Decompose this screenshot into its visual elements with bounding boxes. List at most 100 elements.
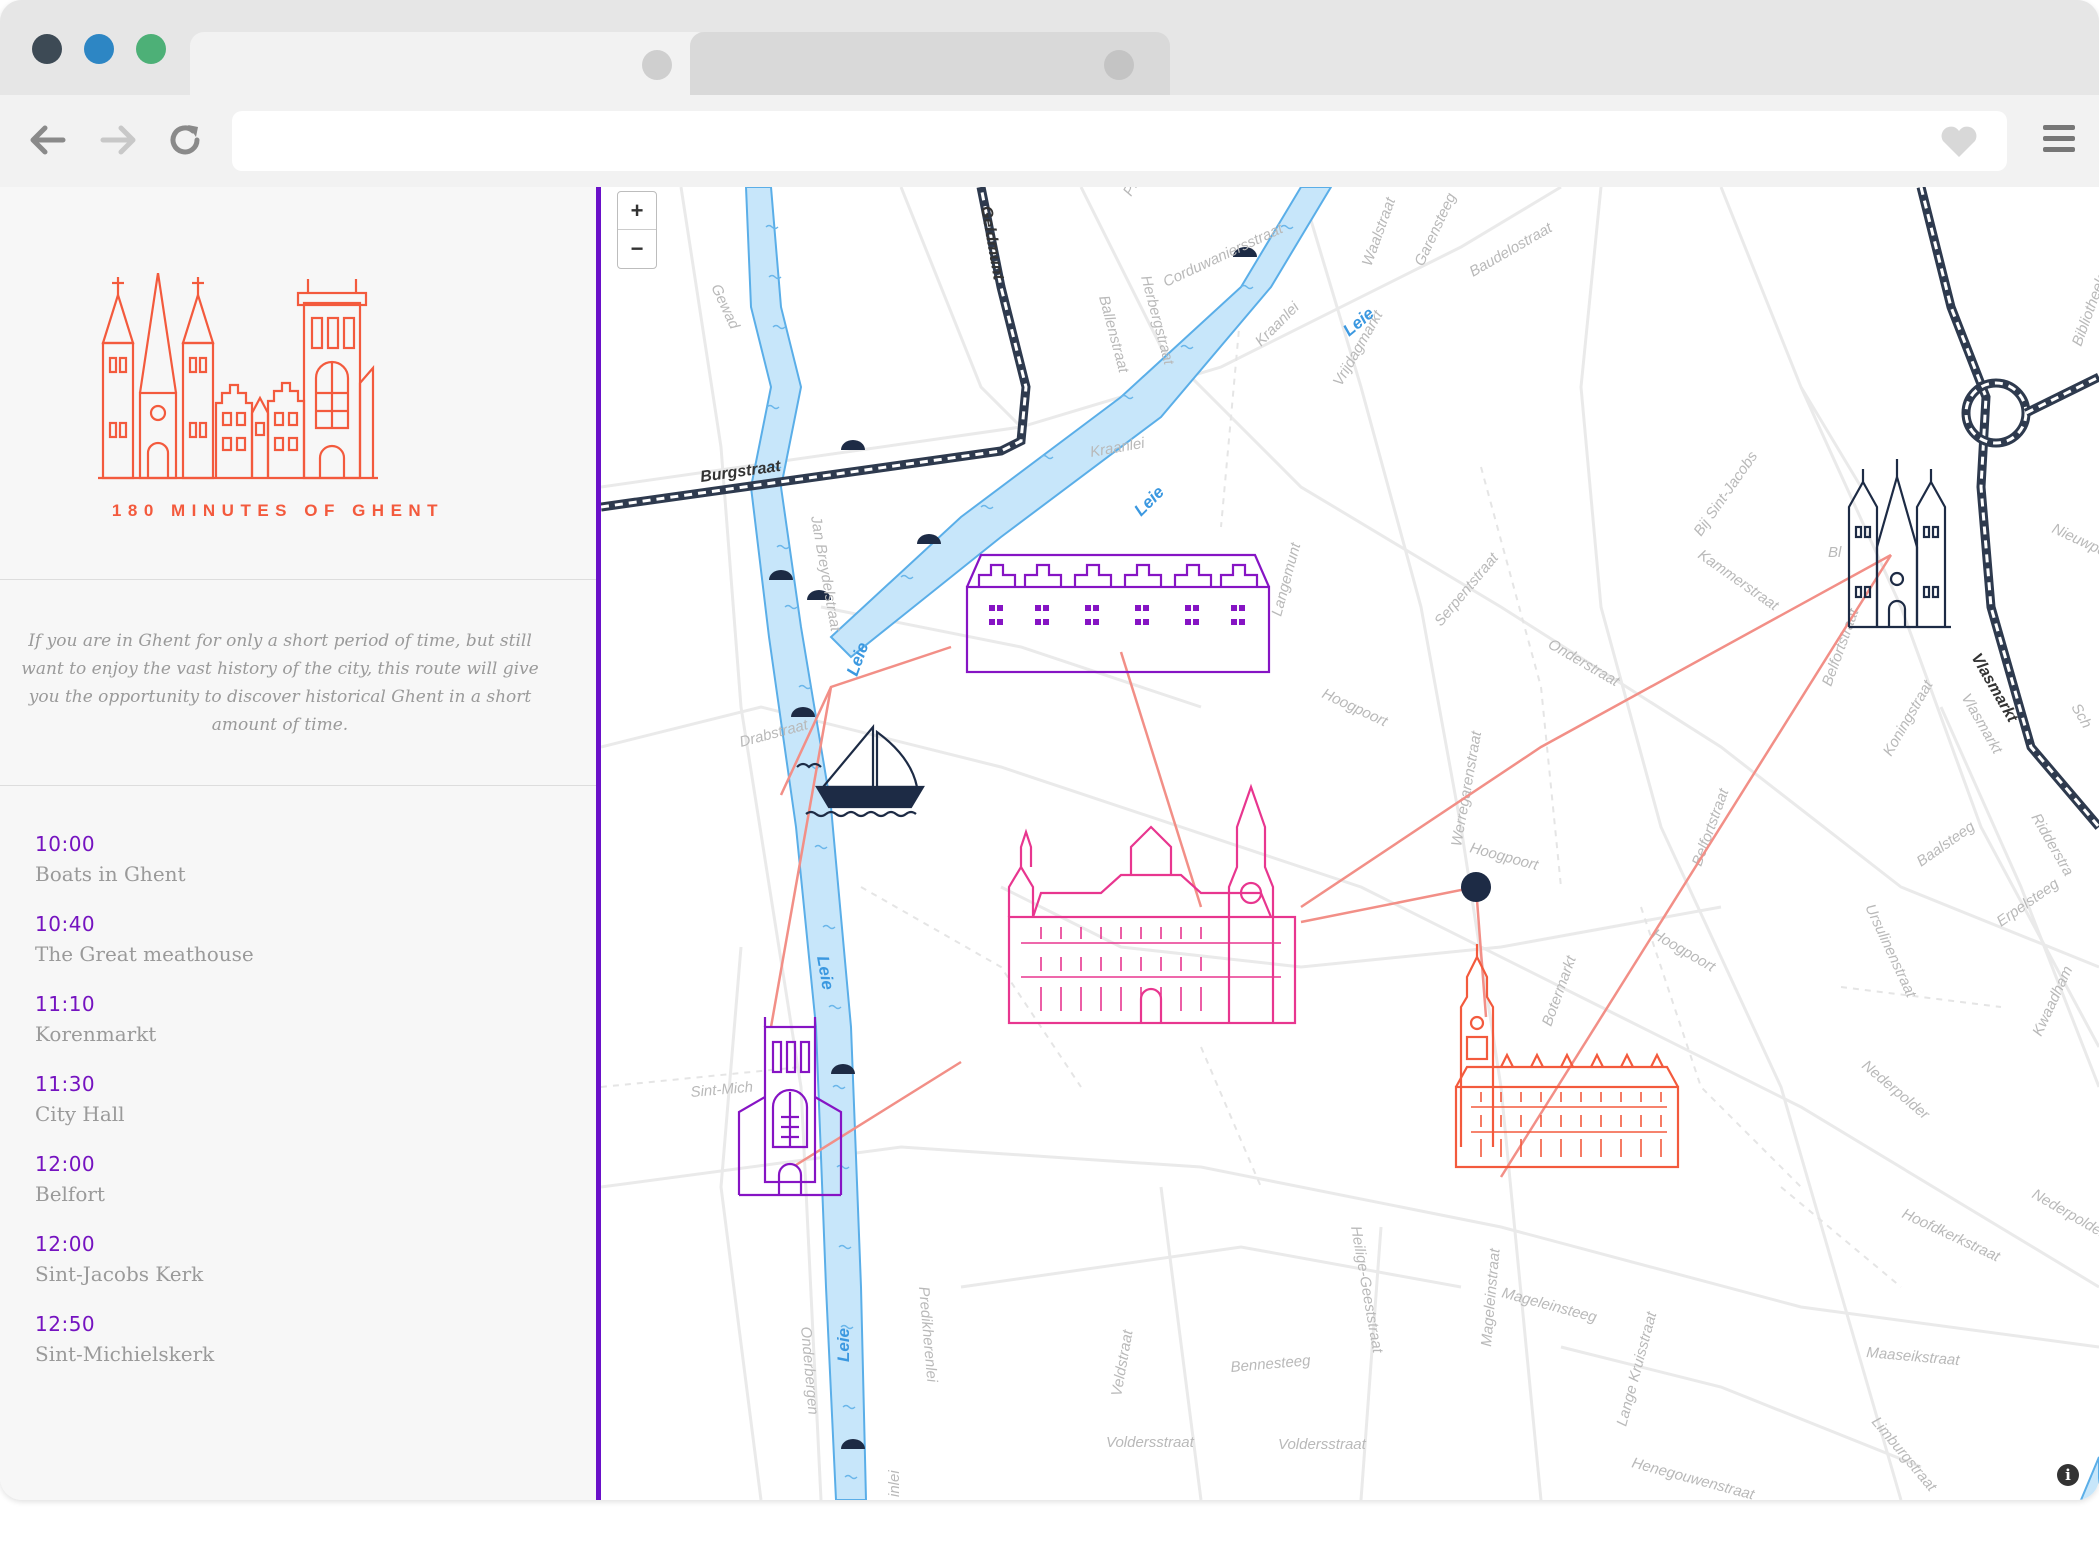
schedule-item[interactable]: 12:00 Belfort bbox=[35, 1152, 254, 1232]
schedule-time: 12:00 bbox=[35, 1152, 96, 1176]
street-label: Geldmunt bbox=[977, 205, 1007, 282]
schedule-name: Belfort bbox=[35, 1182, 105, 1206]
map-view[interactable]: Burgstraat Geldmunt Gewad Ballenstraat H… bbox=[601, 187, 2099, 1500]
street-label: Hoogpoort bbox=[1319, 685, 1390, 730]
logo-area: 180 MINUTES OF GHENT bbox=[0, 187, 596, 580]
street-label: Pl bbox=[1120, 187, 1142, 199]
arrow-right-icon[interactable] bbox=[94, 115, 144, 165]
logo-title: 180 MINUTES OF GHENT bbox=[111, 501, 445, 520]
schedule-name: City Hall bbox=[35, 1102, 125, 1126]
street-label: Bennesteeg bbox=[1230, 1352, 1312, 1376]
street-label: Nederpolder bbox=[2029, 1186, 2099, 1243]
street-label: Ballenstraat bbox=[1095, 294, 1132, 376]
browser-window: 180 MINUTES OF GHENT If you are in Ghent… bbox=[0, 0, 2099, 1500]
street-label: Mageleinstraat bbox=[1478, 1247, 1504, 1347]
heart-icon[interactable] bbox=[1939, 123, 1979, 164]
info-icon[interactable]: i bbox=[2057, 1464, 2079, 1486]
tab-close-icon[interactable] bbox=[1104, 50, 1134, 80]
sidebar: 180 MINUTES OF GHENT If you are in Ghent… bbox=[0, 187, 601, 1500]
tab-close-icon[interactable] bbox=[642, 50, 672, 80]
zoom-control: + − bbox=[617, 191, 657, 269]
schedule-name: Korenmarkt bbox=[35, 1022, 157, 1046]
street-label: Voldersstraat bbox=[1278, 1436, 1367, 1453]
street-label: Maaseikstraat bbox=[1866, 1344, 1961, 1369]
schedule-time: 10:00 bbox=[35, 832, 96, 856]
street-label: Onderbergen bbox=[797, 1326, 822, 1416]
street-label: Ridderstra bbox=[2028, 811, 2077, 879]
street-label: Jan Breydelstraat bbox=[807, 514, 844, 634]
browser-toolbar bbox=[0, 95, 2099, 187]
street-label: Nederpolder bbox=[1858, 1057, 1933, 1124]
tab-active[interactable] bbox=[190, 32, 710, 95]
address-bar[interactable] bbox=[232, 111, 2007, 171]
zoom-out-button[interactable]: − bbox=[618, 230, 656, 268]
schedule-name: The Great meathouse bbox=[35, 942, 254, 966]
schedule-list: 10:00 Boats in Ghent 10:40 The Great mea… bbox=[35, 832, 254, 1392]
street-label: Bl bbox=[1828, 544, 1842, 561]
schedule-item[interactable]: 11:10 Korenmarkt bbox=[35, 992, 254, 1072]
street-label: Baudelostraat bbox=[1467, 219, 1556, 280]
street-label: Voldersstraat bbox=[1106, 1434, 1195, 1451]
river-label: Leie bbox=[834, 1328, 853, 1362]
street-label: Bij Sint-Jacobs bbox=[1690, 448, 1761, 539]
street-label: Predikherenlei bbox=[915, 1286, 940, 1384]
street-label: Mageleinsteeg bbox=[1500, 1284, 1599, 1326]
street-label: Kraanlei bbox=[1252, 298, 1303, 349]
street-label: Veldstraat bbox=[1108, 1328, 1137, 1398]
schedule-name: Boats in Ghent bbox=[35, 862, 186, 886]
street-label: Botermarkt bbox=[1539, 953, 1580, 1029]
schedule-name: Sint-Michielskerk bbox=[35, 1342, 215, 1366]
zoom-in-button[interactable]: + bbox=[618, 192, 656, 230]
street-label: Kammerstraat bbox=[1695, 546, 1783, 614]
schedule-item[interactable]: 12:50 Sint-Michielskerk bbox=[35, 1312, 254, 1392]
map-canvas: Burgstraat Geldmunt Gewad Ballenstraat H… bbox=[601, 187, 2099, 1500]
minimize-window-button[interactable] bbox=[84, 34, 114, 64]
intro-text: If you are in Ghent for only a short per… bbox=[21, 631, 539, 735]
schedule-time: 12:00 bbox=[35, 1232, 96, 1256]
sint-jacobs-church-icon[interactable] bbox=[1847, 459, 1951, 629]
street-label: Sint-Mich bbox=[690, 1079, 754, 1101]
reload-icon[interactable] bbox=[160, 115, 210, 165]
street-label: Hoofdkerkstraat bbox=[1899, 1205, 2003, 1266]
arrow-left-icon[interactable] bbox=[22, 115, 72, 165]
schedule-item[interactable]: 10:00 Boats in Ghent bbox=[35, 832, 254, 912]
schedule-item[interactable]: 11:30 City Hall bbox=[35, 1072, 254, 1152]
tab-inactive[interactable] bbox=[690, 32, 1170, 95]
street-label: Hoogpoort bbox=[1468, 839, 1541, 874]
street-label: Kwaadham bbox=[2029, 963, 2076, 1038]
schedule-item[interactable]: 10:40 The Great meathouse bbox=[35, 912, 254, 992]
schedule-time: 11:30 bbox=[35, 1072, 96, 1096]
street-label: Waalstraat bbox=[1359, 195, 1400, 269]
ghent-skyline-logo-icon bbox=[98, 273, 378, 480]
street-label: Belfortstraat bbox=[1819, 606, 1863, 689]
city-hall-icon[interactable] bbox=[1007, 783, 1297, 1025]
schedule-time: 12:50 bbox=[35, 1312, 96, 1336]
street-label: Limburgstraat bbox=[1868, 1414, 1941, 1496]
great-meathouse-icon[interactable] bbox=[965, 553, 1271, 674]
divider bbox=[0, 785, 596, 786]
maximize-window-button[interactable] bbox=[136, 34, 166, 64]
street-label: Koningstraat bbox=[1880, 677, 1937, 759]
route-lines bbox=[769, 553, 1893, 1178]
street-label: Serpentstraat bbox=[1431, 549, 1502, 630]
street-label: Nieuwpo bbox=[2049, 520, 2099, 560]
current-location-marker[interactable] bbox=[1461, 872, 1491, 902]
street-label: Gewad bbox=[707, 282, 743, 333]
schedule-item[interactable]: 12:00 Sint-Jacobs Kerk bbox=[35, 1232, 254, 1312]
street-label: inlei bbox=[886, 1470, 903, 1497]
schedule-time: 11:10 bbox=[35, 992, 96, 1016]
street-label: Baalsteeg bbox=[1914, 818, 1979, 871]
street-label: Henegouwenstraat bbox=[1630, 1454, 1757, 1500]
street-label: Ursulinenstraat bbox=[1861, 902, 1919, 1001]
hamburger-menu-icon[interactable] bbox=[2039, 119, 2079, 159]
street-label: Belfortstraat bbox=[1689, 786, 1733, 869]
street-label: Garensteeg bbox=[1411, 190, 1460, 269]
close-window-button[interactable] bbox=[32, 34, 62, 64]
river-label: Leie bbox=[1130, 482, 1167, 519]
page-content: 180 MINUTES OF GHENT If you are in Ghent… bbox=[0, 187, 2099, 1500]
tab-bar bbox=[0, 0, 2099, 95]
schedule-name: Sint-Jacobs Kerk bbox=[35, 1262, 204, 1286]
street-label: Langemunt bbox=[1268, 540, 1304, 618]
street-label: Erpelsteeg bbox=[1994, 875, 2063, 930]
schedule-time: 10:40 bbox=[35, 912, 96, 936]
